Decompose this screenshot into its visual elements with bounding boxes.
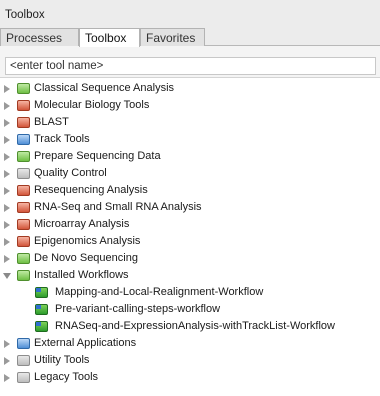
tree-item-installed-workflows[interactable]: Installed Workflows xyxy=(0,267,380,284)
tree-item-label: Molecular Biology Tools xyxy=(34,99,150,111)
tree-item-label: Quality Control xyxy=(34,167,107,179)
rna-seq-icon xyxy=(17,202,30,213)
external-applications-icon xyxy=(17,338,30,349)
tree-item-label: Pre-variant-calling-steps-workflow xyxy=(55,303,221,315)
expand-arrow-icon[interactable] xyxy=(4,238,10,246)
tree-item-label: De Novo Sequencing xyxy=(34,252,138,264)
expand-arrow-icon[interactable] xyxy=(4,85,10,93)
expand-arrow-icon[interactable] xyxy=(4,170,10,178)
panel-title: Toolbox xyxy=(0,0,380,26)
tree-item-label: RNA-Seq and Small RNA Analysis xyxy=(34,201,202,213)
utility-tools-icon xyxy=(17,355,30,366)
tree-item-classical-sequence-analysis[interactable]: Classical Sequence Analysis xyxy=(0,80,380,97)
expand-arrow-icon[interactable] xyxy=(4,136,10,144)
tab-favorites[interactable]: Favorites xyxy=(140,28,205,47)
expand-arrow-icon[interactable] xyxy=(4,255,10,263)
track-tools-icon xyxy=(17,134,30,145)
prepare-sequencing-icon xyxy=(17,151,30,162)
de-novo-icon xyxy=(17,253,30,264)
search-area: <enter tool name> xyxy=(0,46,380,78)
tree-item-label: Microarray Analysis xyxy=(34,218,130,230)
tool-search-input[interactable]: <enter tool name> xyxy=(5,57,376,75)
epigenomics-icon xyxy=(17,236,30,247)
collapse-arrow-icon[interactable] xyxy=(3,273,11,279)
tree-item-de-novo-sequencing[interactable]: De Novo Sequencing xyxy=(0,250,380,267)
tab-bar: Processes Toolbox Favorites xyxy=(0,26,380,47)
tree-item-molecular-biology-tools[interactable]: Molecular Biology Tools xyxy=(0,97,380,114)
workflows-folder-icon xyxy=(17,270,30,281)
expand-arrow-icon[interactable] xyxy=(4,102,10,110)
tree-item-workflow[interactable]: RNASeq-and-ExpressionAnalysis-withTrackL… xyxy=(0,318,380,335)
tree-item-label: RNASeq-and-ExpressionAnalysis-withTrackL… xyxy=(55,320,335,332)
microarray-icon xyxy=(17,219,30,230)
tree-item-label: Prepare Sequencing Data xyxy=(34,150,161,162)
blast-icon xyxy=(17,117,30,128)
tree-item-utility-tools[interactable]: Utility Tools xyxy=(0,352,380,369)
workflow-icon xyxy=(35,287,48,298)
tree-item-microarray-analysis[interactable]: Microarray Analysis xyxy=(0,216,380,233)
tree-item-label: Mapping-and-Local-Realignment-Workflow xyxy=(55,286,264,298)
tree-item-track-tools[interactable]: Track Tools xyxy=(0,131,380,148)
legacy-tools-icon xyxy=(17,372,30,383)
tree-item-workflow[interactable]: Pre-variant-calling-steps-workflow xyxy=(0,301,380,318)
tree-item-quality-control[interactable]: Quality Control xyxy=(0,165,380,182)
quality-control-icon xyxy=(17,168,30,179)
tree-item-label: Installed Workflows xyxy=(34,269,129,281)
resequencing-icon xyxy=(17,185,30,196)
tree-item-epigenomics-analysis[interactable]: Epigenomics Analysis xyxy=(0,233,380,250)
tree-item-label: Utility Tools xyxy=(34,354,90,366)
workflow-icon xyxy=(35,321,48,332)
tree-item-label: Classical Sequence Analysis xyxy=(34,82,175,94)
tree-item-legacy-tools[interactable]: Legacy Tools xyxy=(0,369,380,386)
tree-item-label: Legacy Tools xyxy=(34,371,99,383)
workflow-icon xyxy=(35,304,48,315)
tree-item-resequencing-analysis[interactable]: Resequencing Analysis xyxy=(0,182,380,199)
expand-arrow-icon[interactable] xyxy=(4,340,10,348)
tree-item-label: Track Tools xyxy=(34,133,90,145)
tree-item-workflow[interactable]: Mapping-and-Local-Realignment-Workflow xyxy=(0,284,380,301)
tree-item-label: External Applications xyxy=(34,337,137,349)
tree-item-label: BLAST xyxy=(34,116,69,128)
tree-item-blast[interactable]: BLAST xyxy=(0,114,380,131)
classical-sequence-analysis-icon xyxy=(17,83,30,94)
tree-item-prepare-sequencing-data[interactable]: Prepare Sequencing Data xyxy=(0,148,380,165)
expand-arrow-icon[interactable] xyxy=(4,374,10,382)
expand-arrow-icon[interactable] xyxy=(4,357,10,365)
expand-arrow-icon[interactable] xyxy=(4,153,10,161)
tree-item-rna-seq[interactable]: RNA-Seq and Small RNA Analysis xyxy=(0,199,380,216)
tree-item-external-applications[interactable]: External Applications xyxy=(0,335,380,352)
expand-arrow-icon[interactable] xyxy=(4,119,10,127)
tree-item-label: Resequencing Analysis xyxy=(34,184,148,196)
toolbox-tree: Classical Sequence Analysis Molecular Bi… xyxy=(0,80,380,386)
expand-arrow-icon[interactable] xyxy=(4,187,10,195)
tab-processes[interactable]: Processes xyxy=(0,28,79,47)
tab-toolbox[interactable]: Toolbox xyxy=(79,28,140,47)
expand-arrow-icon[interactable] xyxy=(4,221,10,229)
tree-item-label: Epigenomics Analysis xyxy=(34,235,141,247)
expand-arrow-icon[interactable] xyxy=(4,204,10,212)
molecular-biology-icon xyxy=(17,100,30,111)
